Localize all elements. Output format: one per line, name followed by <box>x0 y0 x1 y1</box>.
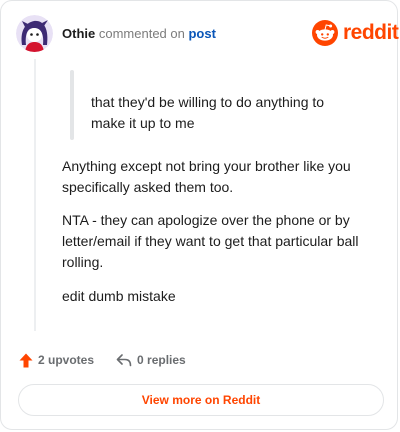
reddit-logo[interactable]: reddit <box>312 19 399 47</box>
upvote-button[interactable]: 2 upvotes <box>19 353 94 368</box>
reply-count: 0 replies <box>137 353 186 367</box>
replies-button[interactable]: 0 replies <box>116 353 186 367</box>
comment-paragraph: edit dumb mistake <box>62 288 176 304</box>
user-avatar[interactable] <box>16 15 53 52</box>
comment-paragraph: Anything except not bring your brother l… <box>62 158 351 195</box>
upvote-arrow-icon <box>19 353 33 367</box>
comment-header: Othie commented on post <box>62 26 216 42</box>
comment-actions: 2 upvotes 0 replies <box>19 350 186 370</box>
reddit-snoo-icon <box>312 20 338 46</box>
reply-arrow-icon <box>116 353 132 366</box>
upvote-count: 2 upvotes <box>38 353 95 367</box>
thread-line <box>34 59 36 331</box>
reddit-wordmark: reddit <box>343 21 399 44</box>
quoted-text: that they'd be willing to do anything to… <box>91 94 325 131</box>
view-more-button[interactable]: View more on Reddit <box>18 384 384 416</box>
avatar-icon <box>16 15 53 52</box>
post-link[interactable]: post <box>188 26 215 41</box>
author-name[interactable]: Othie <box>62 26 95 41</box>
reddit-embed-card: Othie commented on post reddit that they… <box>0 0 399 430</box>
blockquote-bar <box>70 70 74 140</box>
comment-paragraph: NTA - they can apologize over the phone … <box>62 212 359 270</box>
commented-on-text: commented on <box>98 26 185 41</box>
